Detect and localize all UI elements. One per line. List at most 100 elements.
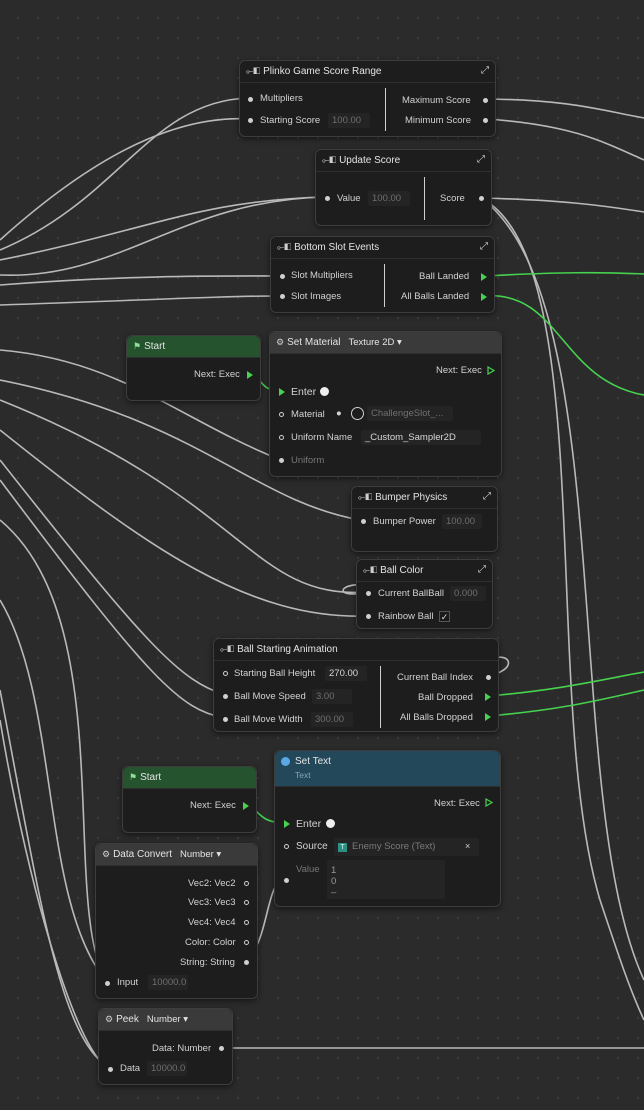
expand-icon[interactable]: ⤢ xyxy=(478,564,486,575)
exec-input-port[interactable] xyxy=(284,820,290,828)
ball-speed-field[interactable]: 3.00 xyxy=(312,689,352,704)
exec-output-port[interactable] xyxy=(481,273,487,281)
input-port[interactable] xyxy=(223,671,228,676)
input-port[interactable] xyxy=(284,844,289,849)
source-field[interactable]: T Enemy Score (Text) xyxy=(334,838,479,856)
input-port[interactable] xyxy=(284,878,289,883)
exec-hollow-icon[interactable] xyxy=(487,366,495,375)
input-port[interactable] xyxy=(279,435,284,440)
output-port[interactable] xyxy=(244,940,249,945)
output-port[interactable] xyxy=(479,196,484,201)
input-port[interactable] xyxy=(279,458,284,463)
bumper-power-field[interactable]: 100.00 xyxy=(442,514,482,529)
type-dropdown-value: Number xyxy=(146,1014,181,1025)
ball-height-field[interactable]: 270.00 xyxy=(325,666,367,681)
type-dropdown[interactable]: Number ▾ xyxy=(180,849,221,860)
node-header[interactable]: ⚙ Set Material Texture 2D ▾ xyxy=(270,332,501,354)
update-score-node[interactable]: ⟜◧ Update Score ⤢ Value 100.00 Score xyxy=(315,149,492,226)
input-port[interactable] xyxy=(223,694,228,699)
output-port[interactable] xyxy=(244,920,249,925)
input-port[interactable] xyxy=(366,614,371,619)
input-field[interactable]: 10000.0 xyxy=(148,975,188,990)
input-port[interactable] xyxy=(223,717,228,722)
input-port[interactable] xyxy=(248,97,253,102)
input-port[interactable] xyxy=(248,118,253,123)
type-dropdown-value: Texture 2D xyxy=(348,337,395,348)
node-header[interactable]: ⟜◧ Bumper Physics xyxy=(352,487,497,509)
port-label: Rainbow Ball xyxy=(378,611,434,622)
input-port[interactable] xyxy=(366,591,371,596)
output-port[interactable] xyxy=(486,675,491,680)
exec-output-port[interactable] xyxy=(481,293,487,301)
wire xyxy=(480,197,644,1021)
output-port[interactable] xyxy=(219,1046,224,1051)
clear-icon[interactable]: × xyxy=(465,841,470,851)
exec-wire xyxy=(483,271,644,277)
input-port[interactable] xyxy=(280,274,285,279)
type-dropdown[interactable]: Texture 2D ▾ xyxy=(348,337,401,348)
bottom-slot-events-node[interactable]: ⟜◧ Bottom Slot Events ⤢ Slot Multipliers… xyxy=(270,236,495,313)
node-header[interactable]: ⟜◧ Update Score xyxy=(316,150,491,172)
output-port[interactable] xyxy=(483,98,488,103)
expand-icon[interactable]: ⤢ xyxy=(480,241,488,252)
type-dropdown[interactable]: Number ▾ xyxy=(147,1014,188,1025)
input-port[interactable] xyxy=(105,981,110,986)
peek-node[interactable]: ⚙ Peek Number ▾ Data: Number Data 10000.… xyxy=(98,1008,233,1085)
node-header[interactable]: ⚙ Data Convert Number ▾ xyxy=(96,844,257,866)
exec-output-port[interactable] xyxy=(243,802,249,810)
value-field[interactable]: 100.00 xyxy=(368,191,410,206)
output-port[interactable] xyxy=(244,960,249,965)
expand-icon[interactable]: ⤢ xyxy=(483,491,491,502)
exec-input-port[interactable] xyxy=(279,388,285,396)
node-title: Set Material xyxy=(287,337,341,348)
value-textarea[interactable]: 1 0 – xyxy=(327,860,445,899)
input-port[interactable] xyxy=(361,519,366,524)
expand-icon[interactable]: ⤢ xyxy=(477,154,485,165)
ball-color-node[interactable]: ⟜◧ Ball Color ⤢ Current BallBall 0.000 R… xyxy=(356,559,493,629)
input-port[interactable] xyxy=(325,196,330,201)
exec-output-port[interactable] xyxy=(485,693,491,701)
node-header[interactable]: ⟜◧ Plinko Game Score Range xyxy=(240,61,495,83)
port-label: Color: Color xyxy=(185,937,236,948)
output-port[interactable] xyxy=(483,118,488,123)
rainbow-ball-checkbox[interactable]: ✓ xyxy=(439,611,450,622)
bumper-physics-node[interactable]: ⟜◧ Bumper Physics ⤢ Bumper Power 100.00 xyxy=(351,486,498,552)
wire xyxy=(0,599,107,982)
port-label: Data: Number xyxy=(152,1043,212,1054)
node-header[interactable]: ⟜◧ Ball Color xyxy=(357,560,492,582)
current-ball-field[interactable]: 0.000 xyxy=(450,586,486,601)
exec-output-port[interactable] xyxy=(247,371,253,379)
set-text-node[interactable]: Set Text Text Next: Exec Enter Source TE… xyxy=(274,750,501,907)
output-port[interactable] xyxy=(244,900,249,905)
port-label: Vec2: Vec2 xyxy=(188,878,236,889)
ball-width-field[interactable]: 300.00 xyxy=(311,712,353,727)
exec-output-port[interactable] xyxy=(485,713,491,721)
node-header[interactable]: ⟜◧ Ball Starting Animation xyxy=(214,639,498,661)
start-node[interactable]: ⚑ Start Next: Exec xyxy=(122,766,257,833)
input-port[interactable] xyxy=(279,412,284,417)
node-header[interactable]: Set Text Text xyxy=(275,751,500,787)
output-port[interactable] xyxy=(244,881,249,886)
node-header[interactable]: ⚙ Peek Number ▾ xyxy=(99,1009,232,1031)
start-node[interactable]: ⚑ Start Next: Exec xyxy=(126,335,261,401)
divider xyxy=(385,88,386,131)
port-label: Maximum Score xyxy=(402,95,471,106)
input-port[interactable] xyxy=(108,1067,113,1072)
starting-score-field[interactable]: 100.00 xyxy=(328,113,370,128)
node-header[interactable]: ⟜◧ Bottom Slot Events xyxy=(271,237,494,259)
input-port[interactable] xyxy=(280,294,285,299)
set-material-node[interactable]: ⚙ Set Material Texture 2D ▾ Next: Exec E… xyxy=(269,331,502,477)
ball-starting-animation-node[interactable]: ⟜◧ Ball Starting Animation Starting Ball… xyxy=(213,638,499,732)
node-header[interactable]: ⚑ Start xyxy=(123,767,256,789)
plinko-score-range-node[interactable]: ⟜◧ Plinko Game Score Range ⤢ Multipliers… xyxy=(239,60,496,137)
node-header[interactable]: ⚑ Start xyxy=(127,336,260,358)
uniform-name-field[interactable]: _Custom_Sampler2D xyxy=(361,430,481,445)
expand-icon[interactable]: ⤢ xyxy=(481,65,489,76)
exec-hollow-icon[interactable] xyxy=(485,798,493,807)
data-convert-node[interactable]: ⚙ Data Convert Number ▾ Vec2: Vec2 Vec3:… xyxy=(95,843,258,999)
material-picker-icon[interactable] xyxy=(351,407,364,420)
data-field[interactable]: 10000.0 xyxy=(147,1061,187,1076)
port-label: Value xyxy=(296,864,320,875)
port-label: All Balls Dropped xyxy=(400,712,473,723)
material-field[interactable]: ChallengeSlot_... xyxy=(367,406,453,421)
